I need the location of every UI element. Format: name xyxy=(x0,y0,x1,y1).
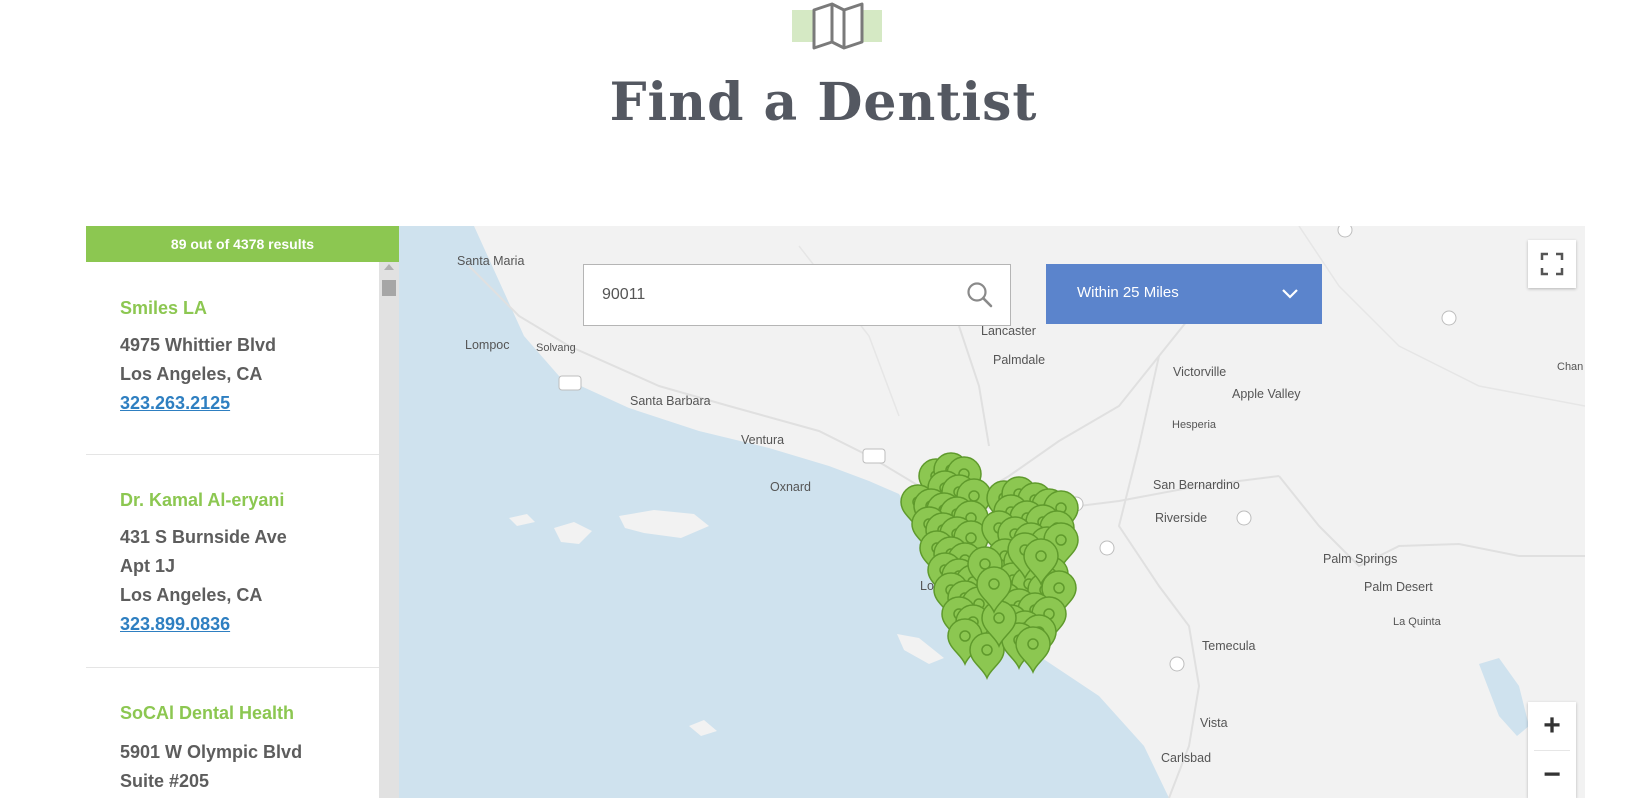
search-box[interactable] xyxy=(583,264,1011,326)
results-count: 89 out of 4378 results xyxy=(86,226,399,262)
listing-name[interactable]: Smiles LA xyxy=(120,298,207,319)
listing-address-line: Apt 1J xyxy=(120,556,176,576)
minus-icon: − xyxy=(1543,757,1561,791)
listing-phone-link[interactable]: 323.263.2125 xyxy=(120,393,230,414)
list-item[interactable]: SoCAl Dental Health 5901 W Olympic Blvd … xyxy=(86,668,379,798)
listing-address-line: Los Angeles, CA xyxy=(120,364,263,384)
zoom-control[interactable]: + − xyxy=(1528,702,1576,798)
radius-dropdown[interactable]: Within 25 Miles xyxy=(1046,264,1322,324)
radius-label: Within 25 Miles xyxy=(1077,284,1179,301)
map-icon xyxy=(792,2,882,50)
listing-address-line: 431 S Burnside Ave xyxy=(120,527,287,547)
plus-icon: + xyxy=(1543,709,1561,742)
listing-name[interactable]: Dr. Kamal Al-eryani xyxy=(120,490,284,511)
fullscreen-button[interactable] xyxy=(1528,240,1576,288)
zoom-out-button[interactable]: − xyxy=(1543,751,1561,798)
listing-address-line: 5901 W Olympic Blvd xyxy=(120,742,303,762)
listing-address-line: Los Angeles, CA xyxy=(120,585,263,605)
scroll-thumb[interactable] xyxy=(382,280,396,296)
search-input[interactable] xyxy=(602,279,932,311)
listing-address-line: 4975 Whittier Blvd xyxy=(120,335,277,355)
search-icon[interactable] xyxy=(966,281,994,309)
listing-address-line: Suite #205 xyxy=(120,771,210,791)
list-scrollbar[interactable] xyxy=(379,262,399,798)
fullscreen-icon xyxy=(1540,252,1564,276)
zoom-in-button[interactable]: + xyxy=(1543,702,1561,750)
listing-name[interactable]: SoCAl Dental Health xyxy=(120,703,294,724)
listing-phone-link[interactable]: 323.899.0836 xyxy=(120,614,230,635)
list-item[interactable]: Dr. Kamal Al-eryani 431 S Burnside Ave A… xyxy=(86,455,379,668)
scroll-up-arrow-icon[interactable] xyxy=(384,264,394,270)
chevron-down-icon xyxy=(1282,289,1298,299)
list-item[interactable]: Smiles LA 4975 Whittier Blvd Los Angeles… xyxy=(86,262,379,455)
page-title: Find a Dentist xyxy=(609,72,1038,133)
dentist-list[interactable]: Smiles LA 4975 Whittier Blvd Los Angeles… xyxy=(86,262,399,798)
